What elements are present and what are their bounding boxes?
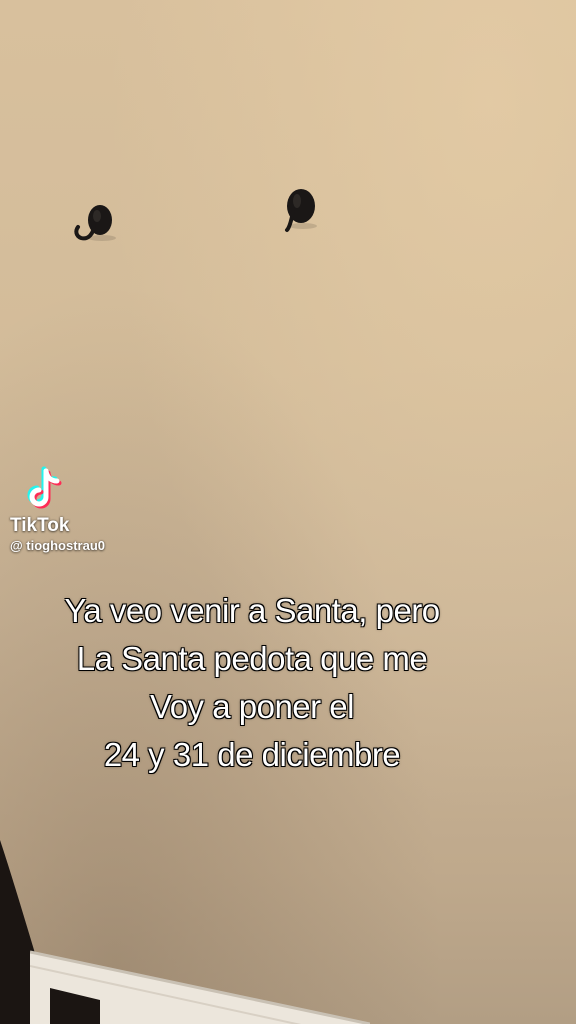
caption-line: La Santa pedota que me: [76, 640, 428, 677]
tiktok-note-icon: [27, 466, 62, 509]
tiktok-brand-label: TikTok: [10, 515, 70, 536]
wall-hook-left-icon: [72, 198, 116, 246]
wall-hook-right-icon: [279, 182, 323, 236]
baseboard: [30, 948, 370, 1024]
tiktok-watermark: TikTok @ tioghostrau0: [10, 466, 150, 554]
caption-line: Voy a poner el: [150, 688, 355, 725]
video-frame: TikTok @ tioghostrau0 Ya veo venir a San…: [0, 0, 576, 1024]
caption-overlay: Ya veo venir a Santa, pero La Santa pedo…: [0, 587, 504, 779]
caption-line: Ya veo venir a Santa, pero: [64, 592, 440, 629]
creator-handle: @ tioghostrau0: [10, 538, 106, 553]
caption-line: 24 y 31 de diciembre: [103, 736, 401, 773]
